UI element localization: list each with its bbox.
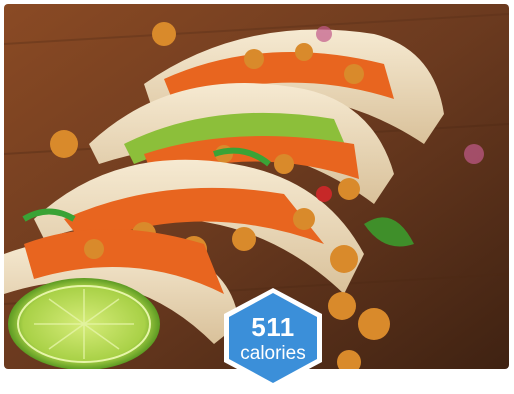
calories-badge-text: 511 calories	[218, 284, 328, 392]
calories-value: 511	[251, 312, 295, 342]
calories-badge: 511 calories	[218, 284, 328, 392]
calories-unit: calories	[240, 343, 306, 364]
